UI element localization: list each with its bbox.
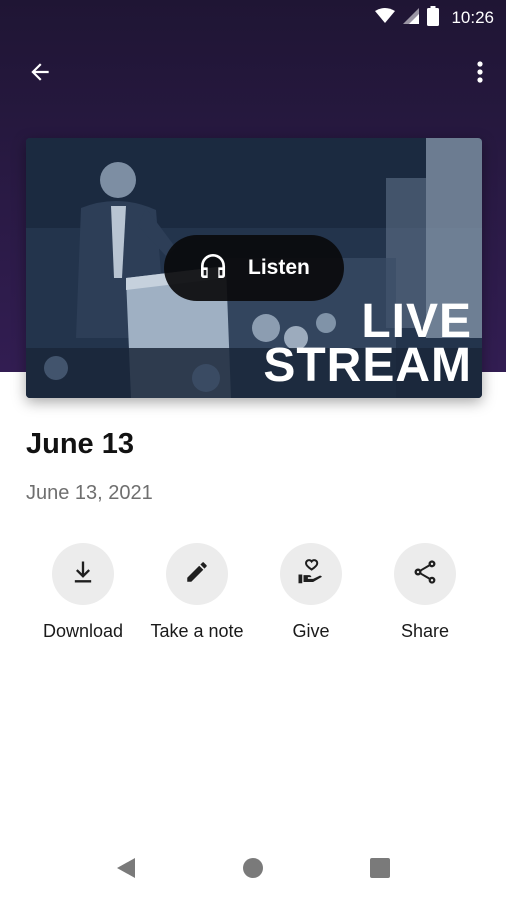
status-bar: 10:26 xyxy=(0,0,506,36)
sermon-title: June 13 xyxy=(26,428,134,460)
nav-recents-icon xyxy=(369,857,391,884)
take-note-action[interactable]: Take a note xyxy=(137,543,257,642)
give-hand-heart-icon xyxy=(296,557,326,592)
action-row: Download Take a note Give Share xyxy=(0,543,506,653)
listen-label: Listen xyxy=(248,256,310,279)
battery-icon xyxy=(427,5,440,31)
sermon-artwork: LIVE STREAM Listen xyxy=(26,138,482,398)
give-button[interactable] xyxy=(280,543,342,605)
headphones-icon xyxy=(196,250,230,287)
share-icon xyxy=(411,558,439,591)
give-label: Give xyxy=(292,621,330,641)
system-navigation-bar xyxy=(0,838,506,900)
take-note-button[interactable] xyxy=(166,543,228,605)
nav-back-button[interactable] xyxy=(106,852,146,888)
more-vert-icon xyxy=(476,60,484,89)
listen-button[interactable]: Listen xyxy=(164,235,344,301)
status-time: 10:26 xyxy=(451,8,494,27)
share-button[interactable] xyxy=(394,543,456,605)
nav-home-button[interactable] xyxy=(233,852,273,888)
arrow-left-icon xyxy=(27,59,53,90)
back-button[interactable] xyxy=(20,56,60,92)
download-action[interactable]: Download xyxy=(23,543,143,642)
nav-recents-button[interactable] xyxy=(360,852,400,888)
signal-icon xyxy=(403,7,420,29)
share-action[interactable]: Share xyxy=(365,543,485,642)
wifi-icon xyxy=(375,7,396,29)
take-note-label: Take a note xyxy=(150,621,244,641)
share-label: Share xyxy=(400,621,450,641)
overlay-line-2: STREAM xyxy=(263,339,472,392)
download-icon xyxy=(69,558,97,591)
sermon-date: June 13, 2021 xyxy=(26,482,153,504)
give-action[interactable]: Give xyxy=(251,543,371,642)
nav-back-icon xyxy=(115,856,137,885)
more-options-button[interactable] xyxy=(468,56,492,92)
overlay-line-1: LIVE xyxy=(361,295,472,348)
live-stream-overlay: LIVE STREAM xyxy=(263,295,472,392)
download-button[interactable] xyxy=(52,543,114,605)
download-label: Download xyxy=(42,621,124,641)
pencil-icon xyxy=(184,559,210,590)
nav-home-icon xyxy=(242,857,264,884)
